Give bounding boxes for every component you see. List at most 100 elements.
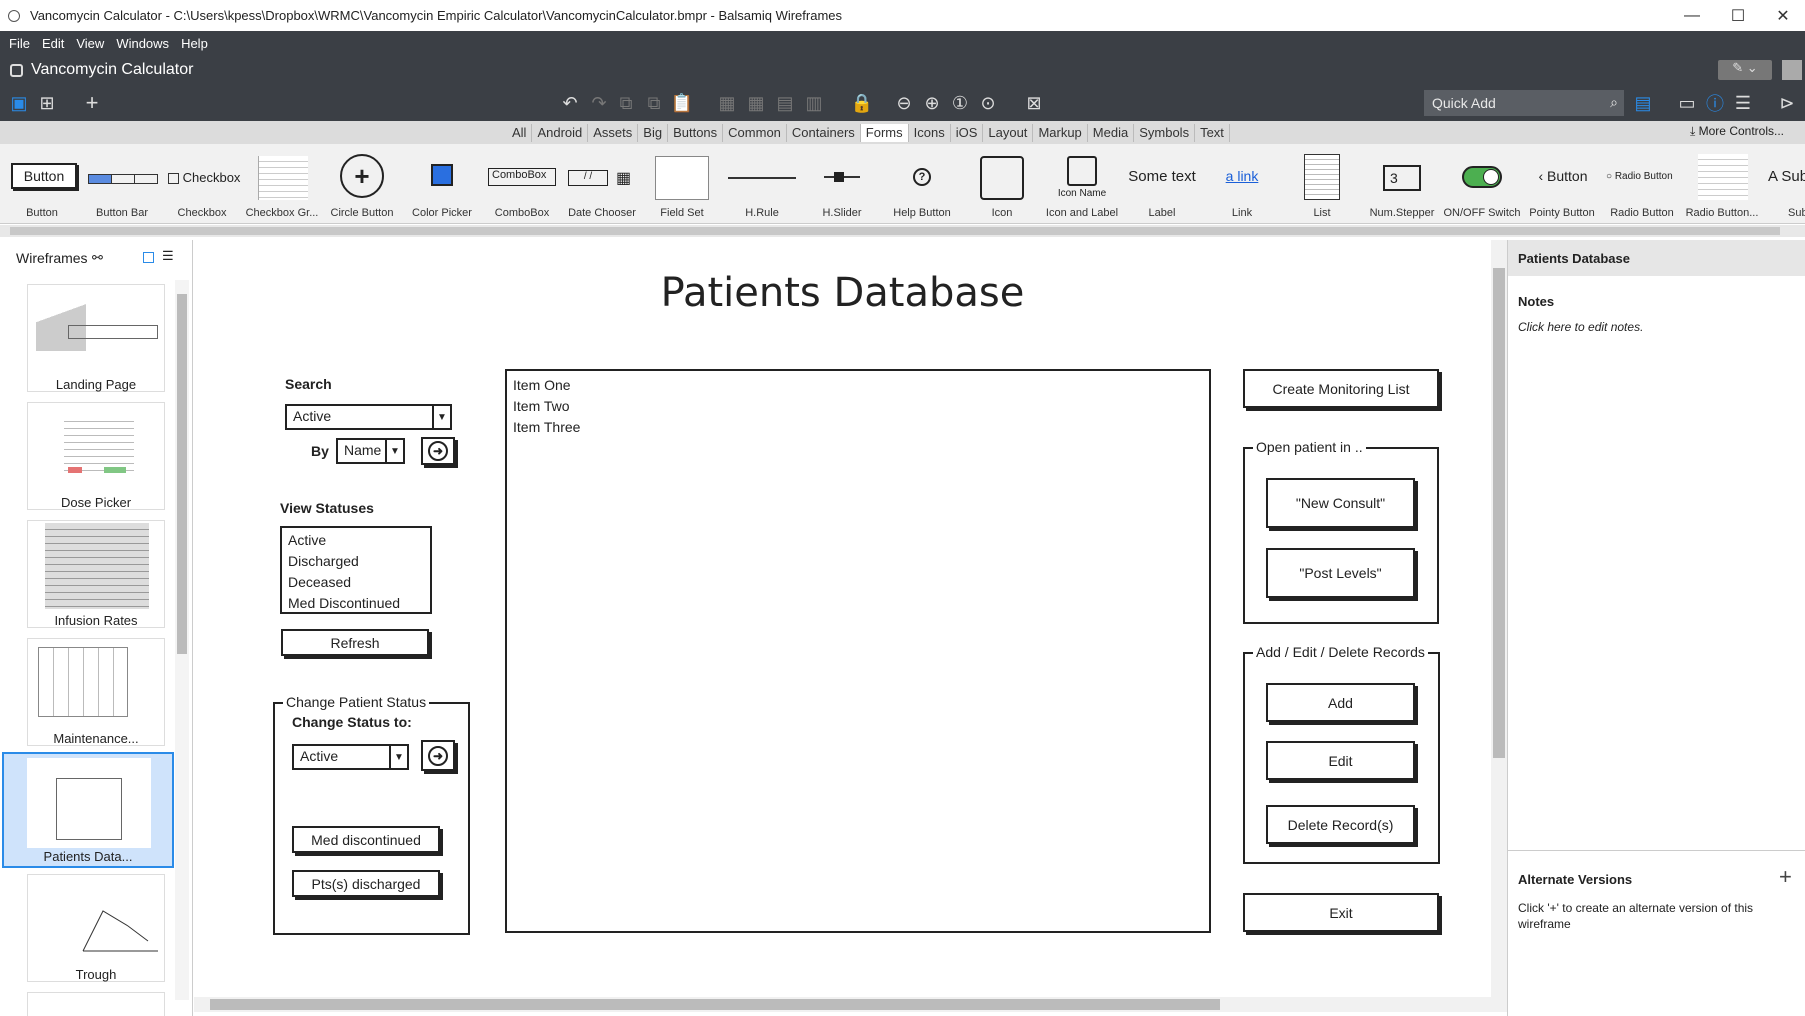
ui-library-icon[interactable]: ▤ xyxy=(1629,89,1657,117)
ungroup-icon[interactable]: ▦ xyxy=(742,89,770,117)
zoom-actual-icon[interactable]: ① xyxy=(946,89,974,117)
tab-containers[interactable]: Containers xyxy=(787,123,861,142)
list-item[interactable]: Discharged xyxy=(288,551,424,572)
thumb-maintenance[interactable]: Maintenance... xyxy=(27,638,165,746)
lib-subtitle[interactable]: A Sub Subt xyxy=(1762,144,1805,224)
lib-h-slider[interactable]: H.Slider xyxy=(802,144,882,224)
properties-icon[interactable]: ☰ xyxy=(1729,89,1757,117)
tab-layout[interactable]: Layout xyxy=(983,123,1034,142)
tab-all[interactable]: All xyxy=(507,123,533,142)
status-list[interactable]: Active Discharged Deceased Med Discontin… xyxy=(280,526,432,614)
lock-icon[interactable]: 🔒 xyxy=(848,89,876,117)
canvas-horizontal-scrollbar[interactable] xyxy=(194,997,1507,1012)
lib-h-rule[interactable]: H.Rule xyxy=(722,144,802,224)
list-item[interactable]: Active xyxy=(288,530,424,551)
group-icon[interactable]: ▦ xyxy=(713,89,741,117)
list-item[interactable]: Item Two xyxy=(513,396,1203,417)
lib-help-button[interactable]: ? Help Button xyxy=(882,144,962,224)
edit-button[interactable]: Edit xyxy=(1266,741,1415,780)
change-status-combobox[interactable]: Active ▼ xyxy=(292,744,409,770)
thumb-trough[interactable]: Trough xyxy=(27,874,165,982)
lib-list[interactable]: List xyxy=(1282,144,1362,224)
list-item[interactable]: Item Three xyxy=(513,417,1203,438)
lib-color-picker[interactable]: Color Picker xyxy=(402,144,482,224)
tab-markup[interactable]: Markup xyxy=(1033,123,1088,142)
lib-circle-button[interactable]: + Circle Button xyxy=(322,144,402,224)
lib-button-bar[interactable]: Button Bar xyxy=(82,144,162,224)
info-icon[interactable]: ⓘ xyxy=(1701,89,1729,117)
quick-add-input[interactable]: Quick Add ⌕ xyxy=(1424,90,1624,116)
create-monitoring-list-button[interactable]: Create Monitoring List xyxy=(1243,369,1439,408)
tab-common[interactable]: Common xyxy=(723,123,787,142)
post-levels-button[interactable]: "Post Levels" xyxy=(1266,548,1415,598)
tab-android[interactable]: Android xyxy=(532,123,589,142)
new-consult-button[interactable]: "New Consult" xyxy=(1266,478,1415,528)
user-avatar[interactable] xyxy=(1782,60,1802,80)
tree-icon[interactable]: ⚯ xyxy=(92,250,103,266)
grid-view-icon[interactable]: ⊞ xyxy=(33,89,61,117)
thumb-patients-database[interactable]: Patients Data... xyxy=(2,752,174,868)
align-icon[interactable]: ▥ xyxy=(800,89,828,117)
close-button[interactable]: ✕ xyxy=(1761,0,1805,31)
tab-ios[interactable]: iOS xyxy=(951,123,984,142)
thumb-infusion-rates[interactable]: Infusion Rates xyxy=(27,520,165,628)
lib-link[interactable]: a link Link xyxy=(1202,144,1282,224)
exit-button[interactable]: Exit xyxy=(1243,893,1439,932)
lib-num-stepper[interactable]: 3 Num.Stepper xyxy=(1362,144,1442,224)
bring-front-icon[interactable]: ▤ xyxy=(771,89,799,117)
tab-forms[interactable]: Forms xyxy=(860,123,909,142)
list-item[interactable]: Med Discontinued xyxy=(288,593,424,614)
search-combobox[interactable]: Active ▼ xyxy=(285,404,452,430)
tab-big[interactable]: Big xyxy=(638,123,669,142)
lib-checkbox[interactable]: Checkbox Checkbox xyxy=(162,144,242,224)
redo-icon[interactable]: ↷ xyxy=(585,89,613,117)
search-go-button[interactable]: ➜ xyxy=(421,437,455,465)
zoom-out-icon[interactable]: ⊖ xyxy=(890,89,918,117)
library-scrollbar[interactable] xyxy=(0,225,1805,237)
lib-checkbox-group[interactable]: Checkbox Gr... xyxy=(242,144,322,224)
change-status-go-button[interactable]: ➜ xyxy=(421,740,455,771)
lib-button[interactable]: Button Button xyxy=(2,144,82,224)
edit-mode-icon[interactable]: ✎ ⌄ xyxy=(1718,60,1772,80)
wireframes-scrollbar[interactable] xyxy=(175,280,189,1000)
lib-field-set[interactable]: Field Set xyxy=(642,144,722,224)
lib-radio-button-group[interactable]: Radio Button... xyxy=(1682,144,1762,224)
comments-icon[interactable]: ▭ xyxy=(1673,89,1701,117)
menu-windows[interactable]: Windows xyxy=(116,36,169,51)
list-view-icon[interactable]: ☰ xyxy=(162,248,174,264)
menu-file[interactable]: File xyxy=(9,36,30,51)
maximize-button[interactable]: ☐ xyxy=(1716,0,1760,31)
paste-icon[interactable]: 📋 xyxy=(668,89,696,117)
duplicate-icon[interactable]: ⧉ xyxy=(640,89,668,117)
patients-list[interactable]: Item One Item Two Item Three xyxy=(505,369,1211,933)
refresh-button[interactable]: Refresh xyxy=(281,629,429,656)
lib-icon-and-label[interactable]: Icon Name Icon and Label xyxy=(1042,144,1122,224)
add-wireframe-icon[interactable]: + xyxy=(78,89,106,117)
menu-view[interactable]: View xyxy=(76,36,104,51)
lib-date-chooser[interactable]: / / ▦ Date Chooser xyxy=(562,144,642,224)
delete-records-button[interactable]: Delete Record(s) xyxy=(1266,805,1415,844)
tab-assets[interactable]: Assets xyxy=(588,123,639,142)
tab-media[interactable]: Media xyxy=(1088,123,1135,142)
menu-edit[interactable]: Edit xyxy=(42,36,64,51)
thumb-dose-picker[interactable]: Dose Picker xyxy=(27,402,165,510)
list-item[interactable]: Item One xyxy=(513,375,1203,396)
thumbnail-view-icon[interactable] xyxy=(143,252,154,263)
lib-label[interactable]: Some text Label xyxy=(1122,144,1202,224)
tab-icons[interactable]: Icons xyxy=(909,123,951,142)
med-discontinued-button[interactable]: Med discontinued xyxy=(292,826,440,853)
notes-field[interactable]: Click here to edit notes. xyxy=(1518,320,1643,334)
tab-text[interactable]: Text xyxy=(1195,123,1230,142)
thumb-peak-trough[interactable] xyxy=(27,992,165,1016)
minimize-button[interactable]: — xyxy=(1670,0,1714,31)
canvas-vertical-scrollbar[interactable] xyxy=(1491,240,1507,997)
add-alternate-version-icon[interactable]: + xyxy=(1779,864,1792,890)
lib-pointy-button[interactable]: ‹ Button Pointy Button xyxy=(1522,144,1602,224)
single-view-icon[interactable]: ▣ xyxy=(5,89,33,117)
lib-on-off-switch[interactable]: ON/OFF Switch xyxy=(1442,144,1522,224)
add-button[interactable]: Add xyxy=(1266,683,1415,722)
list-item[interactable]: Deceased xyxy=(288,572,424,593)
zoom-in-icon[interactable]: ⊕ xyxy=(918,89,946,117)
tab-buttons[interactable]: Buttons xyxy=(668,123,724,142)
search-by-combobox[interactable]: Name ▼ xyxy=(336,438,405,464)
